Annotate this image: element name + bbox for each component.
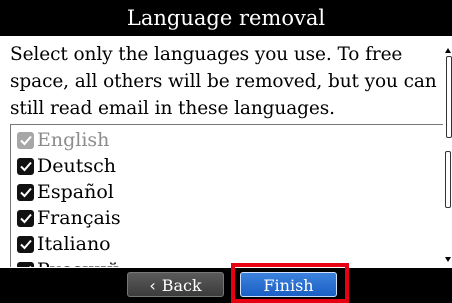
scrollbar-thumb[interactable] xyxy=(445,151,451,208)
dialog-title: Language removal xyxy=(0,0,452,36)
language-label: Italiano xyxy=(37,233,111,255)
checkbox-checked-icon[interactable] xyxy=(17,235,34,253)
language-label: English xyxy=(37,129,110,151)
finish-button[interactable]: Finish xyxy=(240,272,337,297)
list-item-espanol[interactable]: Español xyxy=(17,179,114,205)
checkbox-checked-icon[interactable] xyxy=(17,261,34,267)
dialog-footer xyxy=(0,268,452,303)
language-label: Español xyxy=(37,181,114,203)
back-button-label: Back xyxy=(161,276,202,295)
list-item-deutsch[interactable]: Deutsch xyxy=(17,153,116,179)
scroll-up-arrow-icon[interactable] xyxy=(445,48,451,53)
checkbox-checked-icon[interactable] xyxy=(17,183,34,201)
scrollbar-thumb[interactable] xyxy=(446,56,452,138)
language-removal-dialog: Language removal Select only the languag… xyxy=(0,0,452,303)
list-item-italiano[interactable]: Italiano xyxy=(17,231,111,257)
list-item-english: English xyxy=(17,127,109,153)
dialog-description: Select only the languages you use. To fr… xyxy=(10,44,437,119)
language-label: Deutsch xyxy=(37,155,116,177)
finish-button-label: Finish xyxy=(263,276,314,295)
language-list-scrollbar[interactable] xyxy=(444,151,452,268)
checkbox-checked-icon xyxy=(17,131,34,149)
description-scrollbar[interactable] xyxy=(445,48,452,148)
language-label: Русский xyxy=(37,259,119,267)
checkbox-checked-icon[interactable] xyxy=(17,209,34,227)
chevron-left-icon: ‹ xyxy=(149,276,156,295)
language-list[interactable]: English Deutsch Español Français Italian… xyxy=(10,124,443,267)
language-label: Français xyxy=(37,207,121,229)
list-item-russian[interactable]: Русский xyxy=(17,257,119,267)
checkbox-checked-icon[interactable] xyxy=(17,157,34,175)
list-item-francais[interactable]: Français xyxy=(17,205,121,231)
scroll-down-arrow-icon[interactable] xyxy=(445,257,451,262)
back-button[interactable]: ‹ Back xyxy=(127,272,224,297)
